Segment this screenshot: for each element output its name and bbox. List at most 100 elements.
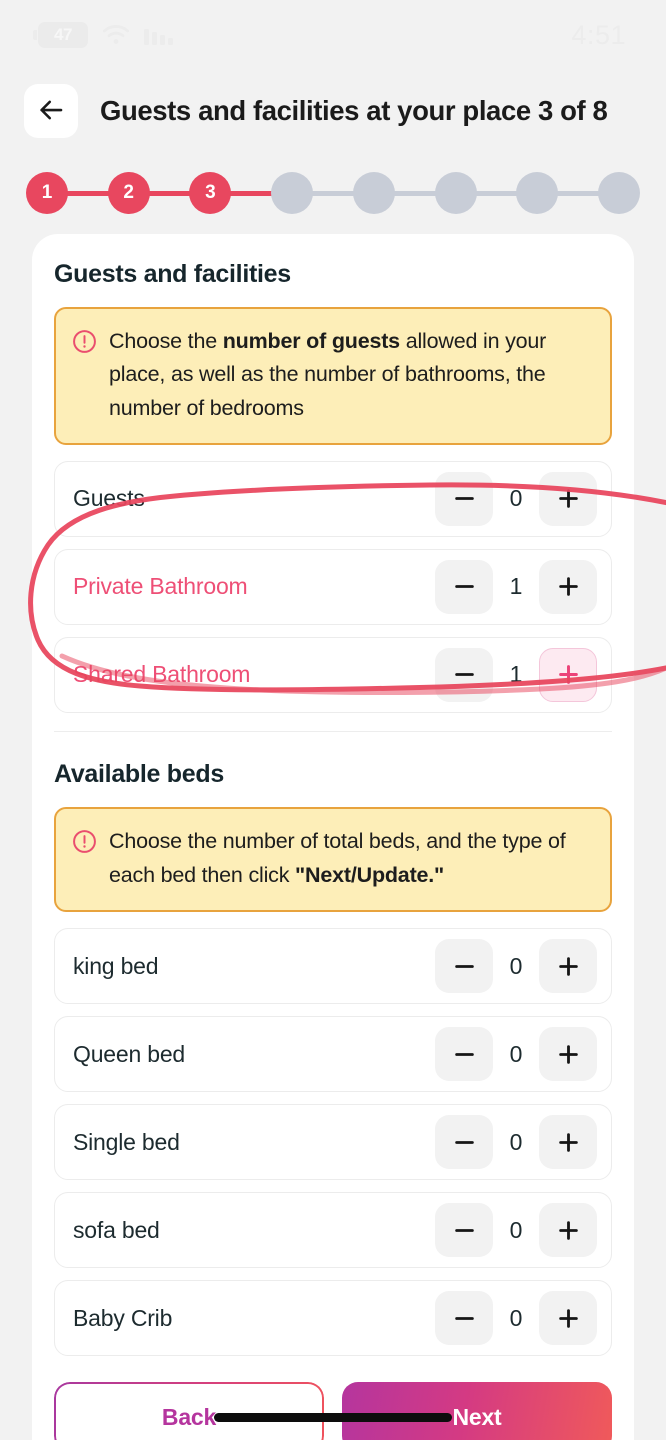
counter-row-baby-crib: Baby Crib 0 (54, 1280, 612, 1357)
increment-button-shared-bathroom[interactable] (539, 647, 597, 702)
decrement-button-shared-bathroom[interactable] (435, 647, 493, 702)
counter-row-queen-bed: Queen bed 0 (54, 1016, 612, 1093)
counter-label-single-bed: Single bed (73, 1128, 180, 1155)
counter-label-king-bed: king bed (73, 952, 159, 979)
counter-row-king-bed: king bed 0 (54, 928, 612, 1005)
alert-circle-icon (72, 829, 97, 854)
arrow-left-icon (36, 95, 66, 128)
counter-label-guests: Guests (73, 485, 145, 512)
next-action-button[interactable]: Next (342, 1382, 612, 1440)
minus-icon (451, 573, 478, 600)
counter-label-private-bathroom: Private Bathroom (73, 573, 248, 600)
stepper-line-7 (556, 190, 601, 196)
counter-controls-private-bathroom: 1 (435, 559, 597, 614)
counter-value-baby-crib: 0 (509, 1304, 523, 1331)
plus-icon (555, 1305, 582, 1332)
counter-value-private-bathroom: 1 (509, 573, 523, 600)
decrement-button-single-bed[interactable] (435, 1115, 493, 1170)
guests-alert-text-bold: number of guests (222, 329, 400, 353)
counter-controls-baby-crib: 0 (435, 1291, 597, 1346)
counter-controls-single-bed: 0 (435, 1115, 597, 1170)
stepper-step-2[interactable]: 2 (107, 172, 150, 214)
signal-bars-icon (144, 25, 173, 45)
decrement-button-queen-bed[interactable] (435, 1027, 493, 1082)
counter-value-queen-bed: 0 (509, 1040, 523, 1067)
decrement-button-sofa-bed[interactable] (435, 1203, 493, 1258)
minus-icon (451, 1041, 478, 1068)
increment-button-sofa-bed[interactable] (539, 1203, 597, 1258)
back-action-button[interactable]: Back (54, 1382, 324, 1440)
counter-value-king-bed: 0 (509, 952, 523, 979)
minus-icon (451, 1217, 478, 1244)
increment-button-private-bathroom[interactable] (539, 559, 597, 614)
form-actions: Back Next (54, 1382, 612, 1440)
stepper-step-7[interactable] (516, 172, 559, 214)
beds-alert-text: Choose the number of total beds, and the… (109, 825, 592, 892)
stepper-step-8[interactable] (598, 172, 641, 214)
stepper-line-1 (66, 190, 110, 196)
decrement-button-king-bed[interactable] (435, 939, 493, 994)
home-indicator (214, 1413, 452, 1422)
minus-icon (451, 1129, 478, 1156)
stepper-line-2 (147, 190, 192, 196)
counter-controls-queen-bed: 0 (435, 1027, 597, 1082)
counter-value-single-bed: 0 (509, 1128, 523, 1155)
plus-icon (555, 1041, 582, 1068)
increment-button-baby-crib[interactable] (539, 1291, 597, 1346)
counter-controls-king-bed: 0 (435, 939, 597, 994)
plus-icon (555, 1217, 582, 1244)
wifi-icon (102, 24, 130, 46)
stepper-step-4[interactable] (271, 172, 314, 214)
decrement-button-baby-crib[interactable] (435, 1291, 493, 1346)
battery-icon: 47 (33, 22, 88, 48)
minus-icon (451, 1305, 478, 1332)
guests-alert: Choose the number of guests allowed in y… (54, 307, 612, 445)
stepper-line-6 (474, 190, 519, 196)
counter-value-shared-bathroom: 1 (509, 661, 523, 688)
counter-controls-shared-bathroom: 1 (435, 647, 597, 702)
increment-button-king-bed[interactable] (539, 939, 597, 994)
decrement-button-guests[interactable] (435, 471, 493, 526)
plus-icon (555, 485, 582, 512)
stepper-line-3 (229, 190, 274, 196)
decrement-button-private-bathroom[interactable] (435, 559, 493, 614)
guests-counter-list: Guests 0 Private Bathroom 1 Shared Bathr… (54, 460, 612, 713)
beds-counter-list: king bed 0 Queen bed 0 Single bed 0 sofa… (54, 928, 612, 1357)
counter-row-guests: Guests 0 (54, 460, 612, 537)
increment-button-queen-bed[interactable] (539, 1027, 597, 1082)
increment-button-guests[interactable] (539, 471, 597, 526)
plus-icon (555, 573, 582, 600)
page-title: Guests and facilities at your place 3 of… (100, 95, 608, 126)
stepper-line-4 (311, 190, 355, 196)
counter-label-sofa-bed: sofa bed (73, 1216, 160, 1243)
beds-alert: Choose the number of total beds, and the… (54, 807, 612, 913)
plus-icon (555, 953, 582, 980)
counter-value-sofa-bed: 0 (509, 1216, 523, 1243)
guests-section-title: Guests and facilities (54, 260, 291, 288)
stepper-line-5 (392, 190, 437, 196)
status-bar-clock: 4:51 (571, 19, 626, 50)
plus-icon (555, 1129, 582, 1156)
stepper-step-5[interactable] (352, 172, 395, 214)
counter-row-single-bed: Single bed 0 (54, 1104, 612, 1181)
beds-alert-text-bold: "Next/Update." (295, 862, 445, 887)
form-card: Guests and facilities Choose the number … (32, 234, 634, 1440)
increment-button-single-bed[interactable] (539, 1115, 597, 1170)
beds-section-title: Available beds (54, 760, 224, 789)
minus-icon (451, 953, 478, 980)
alert-circle-icon (72, 329, 97, 354)
stepper-step-6[interactable] (434, 172, 477, 214)
counter-row-sofa-bed: sofa bed 0 (54, 1192, 612, 1269)
guests-alert-text-part1: Choose the (109, 329, 223, 353)
progress-stepper: 1 2 3 (0, 142, 666, 222)
section-divider (54, 730, 612, 733)
counter-row-shared-bathroom: Shared Bathroom 1 (54, 636, 612, 713)
counter-controls-sofa-bed: 0 (435, 1203, 597, 1258)
stepper-step-1[interactable]: 1 (26, 172, 68, 214)
counter-value-guests: 0 (509, 485, 523, 512)
counter-label-baby-crib: Baby Crib (73, 1304, 173, 1331)
counter-controls-guests: 0 (435, 471, 597, 526)
back-button[interactable] (24, 84, 78, 138)
plus-icon (555, 661, 582, 688)
stepper-step-3[interactable]: 3 (189, 172, 232, 214)
